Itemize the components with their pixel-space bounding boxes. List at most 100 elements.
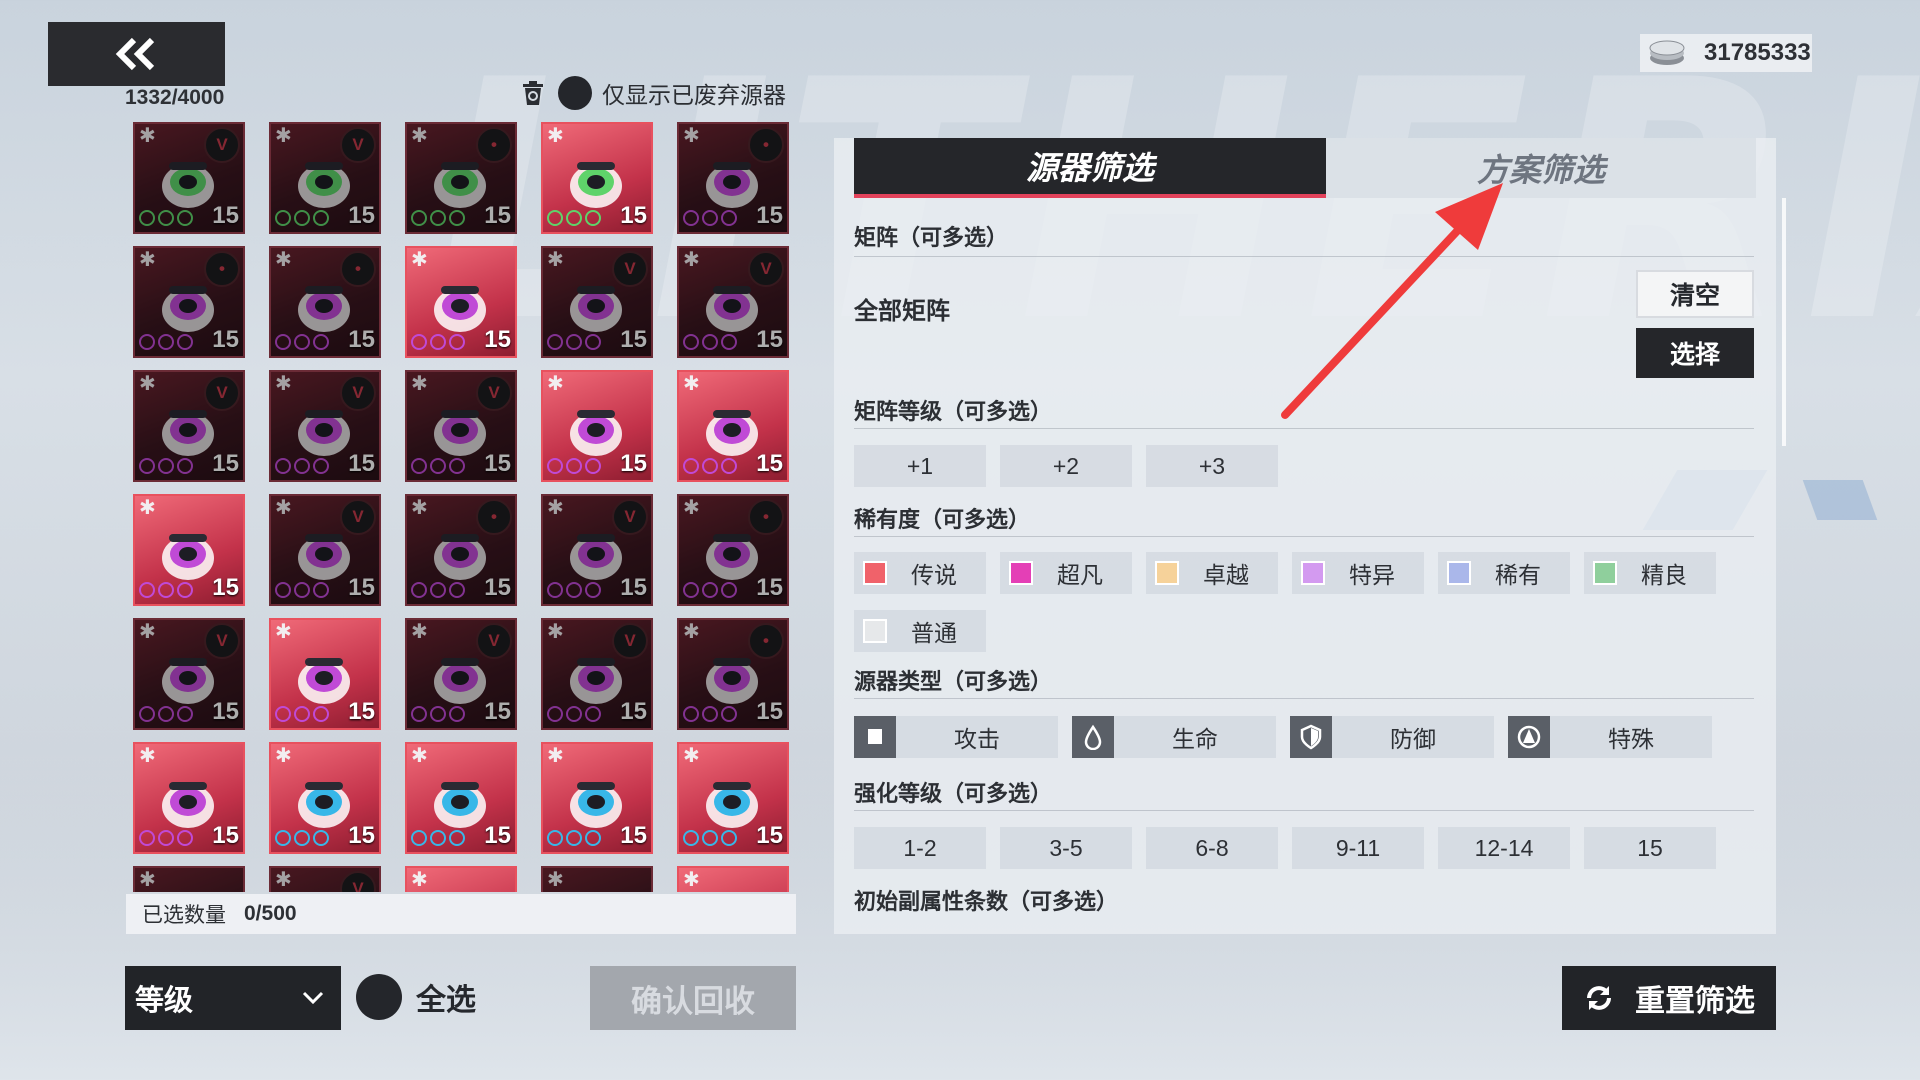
- artifact-level: 15: [212, 698, 239, 725]
- artifact-tile[interactable]: ✱ • 15: [677, 618, 789, 730]
- rarity-option[interactable]: 传说: [854, 552, 986, 594]
- rarity-option[interactable]: 普通: [854, 610, 986, 652]
- option-label: 1-2: [903, 834, 937, 861]
- option-label: 特异: [1349, 562, 1395, 588]
- artifact-tile[interactable]: ✱ V 15: [405, 370, 517, 482]
- artifact-tile[interactable]: ✱ 15: [405, 246, 517, 358]
- enhance-level-option[interactable]: 12-14: [1438, 827, 1570, 869]
- rarity-option[interactable]: 卓越: [1146, 552, 1278, 594]
- type-option[interactable]: 防御: [1290, 716, 1494, 758]
- artifact-tile[interactable]: ✱ 15: [269, 618, 381, 730]
- substat-dots: [275, 830, 329, 846]
- matrix-level-option[interactable]: +1: [854, 445, 986, 487]
- artifact-tile[interactable]: ✱: [541, 866, 653, 892]
- gear-icon: ✱: [275, 621, 292, 643]
- substat-dots: [547, 582, 601, 598]
- artifact-tile[interactable]: ✱ V 15: [269, 370, 381, 482]
- gear-icon: ✱: [139, 869, 156, 891]
- artifact-tile[interactable]: ✱ 15: [677, 370, 789, 482]
- select-all-radio[interactable]: [356, 974, 402, 1020]
- matrix-level-option[interactable]: +3: [1146, 445, 1278, 487]
- type-option[interactable]: 特殊: [1508, 716, 1712, 758]
- artifact-tile[interactable]: ✱ V 15: [541, 246, 653, 358]
- substat-dots: [547, 210, 601, 226]
- tab-plan-filter[interactable]: 方案筛选: [1326, 138, 1756, 198]
- clear-matrix-button[interactable]: 清空: [1636, 270, 1754, 318]
- artifact-tile[interactable]: ✱ • 15: [677, 122, 789, 234]
- artifact-level: 15: [348, 450, 375, 477]
- artifact-tile[interactable]: ✱ 15: [541, 370, 653, 482]
- discard-filter-toggle[interactable]: 仅显示已废弃源器: [518, 76, 786, 110]
- substat-dots: [275, 210, 329, 226]
- artifact-tile[interactable]: ✱ V 15: [677, 246, 789, 358]
- rarity-option[interactable]: 稀有: [1438, 552, 1570, 594]
- artifact-tile[interactable]: ✱ • 15: [133, 246, 245, 358]
- artifact-level: 15: [484, 698, 511, 725]
- artifact-tile[interactable]: ✱ V 15: [269, 122, 381, 234]
- character-badge-icon: •: [748, 127, 784, 163]
- artifact-level: 15: [620, 574, 647, 601]
- artifact-tile[interactable]: ✱ V 15: [405, 618, 517, 730]
- artifact-tile[interactable]: ✱ V 15: [541, 618, 653, 730]
- artifact-tile[interactable]: ✱ 15: [541, 122, 653, 234]
- gear-icon: ✱: [275, 497, 292, 519]
- artifact-tile[interactable]: ✱ • 15: [405, 122, 517, 234]
- artifact-tile[interactable]: ✱ V 15: [269, 494, 381, 606]
- artifact-tile[interactable]: ✱ • 15: [405, 494, 517, 606]
- artifact-tile[interactable]: ✱ V 15: [133, 618, 245, 730]
- substat-dots: [275, 334, 329, 350]
- artifact-tile[interactable]: ✱ 15: [133, 494, 245, 606]
- sort-dropdown[interactable]: 等级: [125, 966, 341, 1030]
- enhance-level-option[interactable]: 6-8: [1146, 827, 1278, 869]
- rarity-swatch: [863, 619, 887, 643]
- artifact-tile[interactable]: ✱: [133, 866, 245, 892]
- type-option[interactable]: 生命: [1072, 716, 1276, 758]
- rarity-option[interactable]: 特异: [1292, 552, 1424, 594]
- reset-filter-button[interactable]: 重置筛选: [1562, 966, 1776, 1030]
- enhance-level-option[interactable]: 9-11: [1292, 827, 1424, 869]
- artifact-level: 15: [484, 450, 511, 477]
- type-icon-box: [1508, 716, 1550, 758]
- select-all-toggle[interactable]: 全选: [356, 974, 476, 1020]
- filter-scrollbar[interactable]: [1782, 198, 1786, 446]
- back-button[interactable]: [48, 22, 225, 86]
- discard-filter-radio[interactable]: [558, 76, 592, 110]
- gear-icon: ✱: [139, 373, 156, 395]
- enhance-level-option[interactable]: 15: [1584, 827, 1716, 869]
- artifact-tile[interactable]: ✱ 15: [133, 742, 245, 854]
- artifact-icon: [570, 286, 622, 332]
- artifact-tile[interactable]: ✱ V: [269, 866, 381, 892]
- enhance-level-option[interactable]: 3-5: [1000, 827, 1132, 869]
- confirm-recycle-button[interactable]: 确认回收: [590, 966, 796, 1030]
- artifact-tile[interactable]: ✱ • 15: [677, 494, 789, 606]
- select-matrix-button[interactable]: 选择: [1636, 328, 1754, 378]
- tab-artifact-filter[interactable]: 源器筛选: [854, 138, 1326, 198]
- artifact-tile[interactable]: ✱ 15: [677, 742, 789, 854]
- matrix-level-option[interactable]: +2: [1000, 445, 1132, 487]
- artifact-icon: [298, 410, 350, 456]
- enhance-level-option[interactable]: 1-2: [854, 827, 986, 869]
- character-badge-icon: V: [612, 499, 648, 535]
- artifact-tile[interactable]: ✱ V 15: [133, 122, 245, 234]
- artifact-tile[interactable]: ✱: [405, 866, 517, 892]
- substat-dots: [411, 706, 465, 722]
- artifact-tile[interactable]: ✱ 15: [269, 742, 381, 854]
- rarity-swatch: [1155, 561, 1179, 585]
- character-badge-icon: V: [476, 375, 512, 411]
- artifact-tile[interactable]: ✱: [677, 866, 789, 892]
- gear-icon: ✱: [547, 373, 564, 395]
- artifact-tile[interactable]: ✱ 15: [405, 742, 517, 854]
- rarity-option[interactable]: 超凡: [1000, 552, 1132, 594]
- artifact-tile[interactable]: ✱ 15: [541, 742, 653, 854]
- artifact-level: 15: [484, 822, 511, 849]
- gear-icon: ✱: [547, 249, 564, 271]
- substat-dots: [547, 706, 601, 722]
- rarity-option[interactable]: 精良: [1584, 552, 1716, 594]
- gear-icon: ✱: [411, 869, 428, 891]
- drop-icon: [1084, 724, 1102, 750]
- artifact-tile[interactable]: ✱ • 15: [269, 246, 381, 358]
- type-option[interactable]: 攻击: [854, 716, 1058, 758]
- artifact-tile[interactable]: ✱ V 15: [133, 370, 245, 482]
- artifact-icon: [434, 658, 486, 704]
- artifact-tile[interactable]: ✱ V 15: [541, 494, 653, 606]
